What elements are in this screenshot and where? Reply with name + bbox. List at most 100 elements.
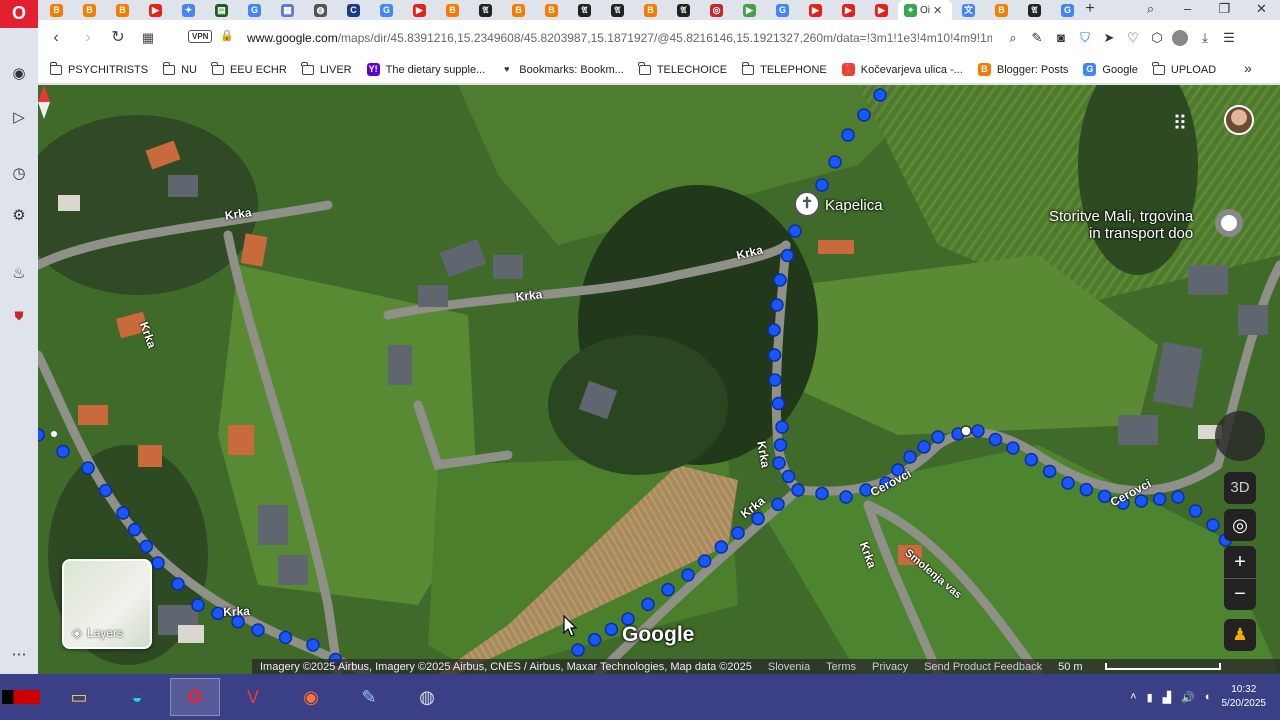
account-avatar[interactable] <box>1224 105 1254 135</box>
send-icon[interactable]: ▷ <box>0 105 38 131</box>
file-explorer-icon[interactable]: ▭ <box>54 678 104 716</box>
tab[interactable]: 𝔄 <box>601 0 634 20</box>
volume-icon[interactable]: 🔊 <box>1181 691 1195 704</box>
bookmark-item[interactable]: B Blogger: Posts <box>977 63 1068 76</box>
forward-button[interactable]: › <box>78 28 98 48</box>
my-location-button[interactable]: ◎ <box>1224 509 1256 541</box>
tab[interactable]: G <box>238 0 271 20</box>
bookmark-item[interactable]: PSYCHITRISTS <box>49 61 148 76</box>
satellite-map[interactable]: Krka Krka Krka Krka Krka Krka Krka Cerovci Cerov… <box>38 85 1280 674</box>
new-tab-button[interactable]: + <box>1080 0 1100 20</box>
lock-icon[interactable]: 🔒 <box>220 29 234 42</box>
tab[interactable]: G <box>766 0 799 20</box>
bookmark-item[interactable]: G Google <box>1083 63 1138 76</box>
terms-link[interactable]: Terms <box>826 661 856 673</box>
tab[interactable]: ▶ <box>733 0 766 20</box>
app-tray-icon[interactable]: ◐ <box>1205 691 1212 703</box>
tab[interactable]: B <box>106 0 139 20</box>
heart-icon[interactable]: ♡ <box>1124 28 1142 48</box>
bookmark-item[interactable]: LIVER <box>301 61 352 76</box>
layers-button[interactable]: ◈ Layers <box>62 559 152 649</box>
bookmark-item[interactable]: 📍 Kočevarjeva ulica -... <box>841 63 963 76</box>
search-tabs-icon[interactable]: ⌕ <box>1132 0 1169 20</box>
minimize-button[interactable]: – <box>1169 0 1206 20</box>
tab[interactable]: B <box>985 0 1018 20</box>
paint-icon[interactable]: ✎ <box>344 678 394 716</box>
tab[interactable]: B <box>502 0 535 20</box>
zoom-in-button[interactable]: + <box>1224 546 1256 578</box>
tab[interactable]: 𝔄 <box>1018 0 1051 20</box>
tray-overflow-icon[interactable]: ˄ <box>1130 691 1136 703</box>
tab-grid-icon[interactable]: ▦ <box>138 28 158 48</box>
tab[interactable]: ◎ <box>700 0 733 20</box>
back-button[interactable]: ‹ <box>46 28 66 48</box>
bookmark-item[interactable]: NU <box>162 61 197 76</box>
bookmark-item[interactable]: TELEPHONE <box>741 61 827 76</box>
place-label-kapelica[interactable]: Kapelica <box>825 197 883 214</box>
tab[interactable]: B <box>436 0 469 20</box>
tab[interactable]: 𝔄 <box>667 0 700 20</box>
tab[interactable]: 𝔄 <box>469 0 502 20</box>
tab[interactable]: ◍ <box>304 0 337 20</box>
tab[interactable]: ▤ <box>205 0 238 20</box>
vpn-badge[interactable]: VPN <box>188 30 213 43</box>
profile-icon[interactable] <box>1172 28 1190 48</box>
zoom-icon[interactable]: ⌕ <box>1004 28 1022 48</box>
shield-icon[interactable]: ⛉ <box>1076 28 1094 48</box>
firefox-icon[interactable]: ◉ <box>286 678 336 716</box>
edge-icon[interactable]: ◒ <box>112 678 162 716</box>
scale-control[interactable]: 50 m <box>1058 661 1236 673</box>
opera-icon[interactable]: O <box>170 678 220 716</box>
battery-icon[interactable]: ▮ <box>1147 691 1153 704</box>
tab[interactable]: 𝔄 <box>568 0 601 20</box>
opera-logo-icon[interactable]: O <box>0 0 38 28</box>
tab[interactable]: ▦ <box>271 0 304 20</box>
tab[interactable]: 文 <box>952 0 985 20</box>
lightbulb-icon[interactable]: ♨ <box>0 261 38 287</box>
close-tab-icon[interactable]: ✕ <box>933 4 942 17</box>
tab[interactable]: B <box>634 0 667 20</box>
tab[interactable]: ▶ <box>865 0 898 20</box>
tab[interactable]: ▶ <box>799 0 832 20</box>
send-icon[interactable]: ➤ <box>1100 28 1118 48</box>
tab[interactable]: ▶ <box>403 0 436 20</box>
ublock-icon[interactable]: ⛊ <box>0 303 38 329</box>
clock[interactable]: 10:32 5/20/2025 <box>1222 683 1267 711</box>
bookmark-item[interactable]: ♥ Bookmarks: Bookm... <box>500 63 624 76</box>
tab[interactable]: C <box>337 0 370 20</box>
place-label-shop[interactable]: Storitve Mali, trgovina in transport doo <box>1049 208 1193 242</box>
tab[interactable]: ▶ <box>832 0 865 20</box>
bookmark-item[interactable]: TELECHOICE <box>638 61 727 76</box>
feedback-link[interactable]: Send Product Feedback <box>924 661 1042 673</box>
bookmark-item[interactable]: EEU ECHR <box>211 61 287 76</box>
google-apps-icon[interactable]: ⠿ <box>1169 113 1191 135</box>
player-icon[interactable]: ◉ <box>0 61 38 87</box>
download-icon[interactable]: ⤓ <box>1196 28 1214 48</box>
tab[interactable]: G <box>370 0 403 20</box>
3d-toggle-button[interactable]: 3D <box>1224 472 1256 504</box>
restore-button[interactable]: ❐ <box>1206 0 1243 20</box>
camera-icon[interactable]: ◙ <box>1052 28 1070 48</box>
compass-button[interactable] <box>1215 411 1265 461</box>
reload-button[interactable]: ↻ <box>108 28 128 48</box>
edit-icon[interactable]: ✎ <box>1028 28 1046 48</box>
vivaldi-icon[interactable]: V <box>228 678 278 716</box>
close-window-button[interactable]: ✕ <box>1243 0 1280 20</box>
chapel-pin-icon[interactable]: ✝ <box>794 191 820 217</box>
tab-active[interactable]: ⌖ Oi ✕ <box>898 0 952 20</box>
region-link[interactable]: Slovenia <box>768 661 810 673</box>
settings-gear-icon[interactable]: ⚙ <box>0 203 38 229</box>
tab[interactable]: ▶ <box>139 0 172 20</box>
bookmark-item[interactable]: Y! The dietary supple... <box>366 63 485 76</box>
menu-icon[interactable]: ☰ <box>1220 28 1238 48</box>
network-icon[interactable]: ▟ <box>1163 691 1171 704</box>
tab[interactable]: B <box>40 0 73 20</box>
tab[interactable]: B <box>535 0 568 20</box>
history-icon[interactable]: ◷ <box>0 161 38 187</box>
bookmarks-overflow-icon[interactable]: » <box>1244 60 1260 76</box>
bookmark-item[interactable]: UPLOAD <box>1152 61 1216 76</box>
obs-icon[interactable]: ◍ <box>402 678 452 716</box>
url-field[interactable]: www.google.com/maps/dir/45.8391216,15.23… <box>247 31 992 45</box>
cube-icon[interactable]: ⬡ <box>1148 28 1166 48</box>
start-button[interactable] <box>2 690 40 704</box>
